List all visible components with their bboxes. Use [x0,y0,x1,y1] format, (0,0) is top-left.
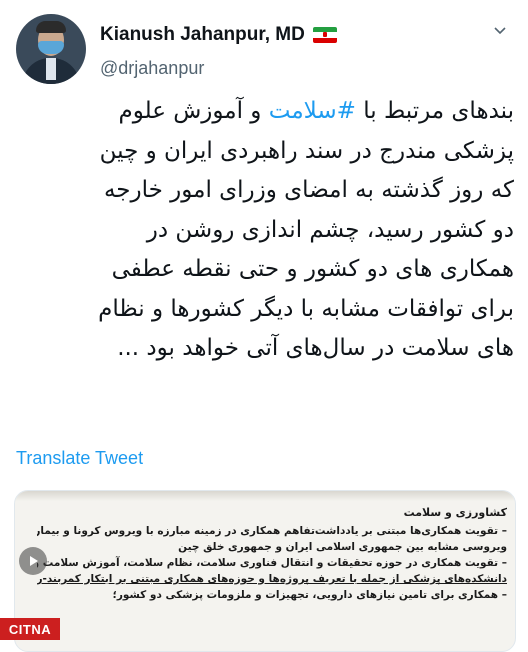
tweet-line: پزشکی مندرج در سند راهبردی ایران و چین [99,137,514,164]
translate-tweet-link[interactable]: Translate Tweet [16,448,143,469]
author-name-row[interactable]: Kianush Jahanpur, MD [100,24,337,46]
tweet-line: که روز گذشته به امضای وزرای امور خارجه [103,177,514,203]
tweet-line: همکاری های دو کشور و حتی نقطه عطفی [111,256,514,282]
tweet-line: دو کشور رسید، چشم اندازی روشن در [146,216,514,243]
hashtag-link[interactable]: #سلامت [269,98,356,124]
tweet-line: های سلامت در سال‌های آتی خواهد بود ... [117,335,514,361]
document-line: دانشکده‌های پزشکی از جمله با تعریف پروژه… [37,573,507,585]
avatar[interactable] [16,14,86,84]
tweet-line: بندهای مرتبط با #سلامت و آموزش علوم [118,98,514,124]
citna-logo: CITNA [0,618,60,640]
document-heading: کشاورزی و سلامت [403,506,507,519]
tweet-text: بندهای مرتبط با #سلامت و آموزش علوم پزشک… [14,92,514,369]
attached-image[interactable]: کشاورزی و سلامت – تقویت همکاری‌ها مبتنی … [14,490,516,652]
document-line: ویروسی مشابه بین جمهوری اسلامی ایران و ج… [178,541,507,553]
document-text: کشاورزی و سلامت – تقویت همکاری‌ها مبتنی … [37,505,507,603]
document-line: – همکاری برای تامین نیازهای دارویی، تجهی… [112,589,507,601]
tweet-header: Kianush Jahanpur, MD @drjahanpur [16,14,516,86]
document-line: – تقویت همکاری در حوزه تحقیقات و انتقال … [37,557,507,569]
chevron-down-icon[interactable] [492,22,508,38]
author-display-name[interactable]: Kianush Jahanpur, MD [100,24,305,46]
media-overlay-icon[interactable] [19,547,47,575]
iran-flag-icon [312,27,337,43]
author-handle[interactable]: @drjahanpur [100,58,204,79]
tweet-line: برای توافقات مشابه با دیگر کشورها و نظام [98,295,514,322]
document-line: – تقویت همکاری‌ها مبتنی بر یادداشت‌تفاهم… [37,525,507,537]
